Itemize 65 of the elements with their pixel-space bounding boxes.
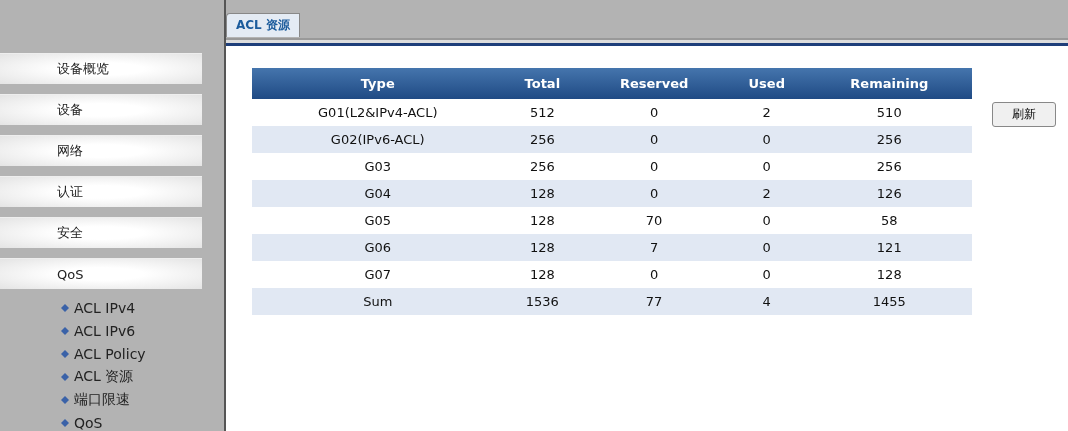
- table-cell: 128: [503, 261, 582, 288]
- table-cell: 70: [581, 207, 727, 234]
- table-cell: 256: [806, 153, 972, 180]
- diamond-icon: [61, 349, 69, 358]
- refresh-button[interactable]: 刷新: [992, 102, 1056, 127]
- table-cell: 128: [503, 207, 582, 234]
- table-cell: Sum: [252, 288, 504, 315]
- table-cell: 0: [581, 99, 727, 126]
- diamond-icon: [61, 395, 69, 404]
- submenu-item[interactable]: QoS: [61, 411, 224, 431]
- table-cell: 256: [806, 126, 972, 153]
- nav-item[interactable]: 网络: [0, 135, 202, 166]
- nav-item[interactable]: 设备: [0, 94, 202, 125]
- submenu-item[interactable]: ACL Policy: [61, 342, 224, 365]
- table-cell: 128: [503, 234, 582, 261]
- column-header: Type: [252, 68, 504, 99]
- table-cell: 77: [581, 288, 727, 315]
- column-header: Remaining: [806, 68, 972, 99]
- diamond-icon: [61, 303, 69, 312]
- table-cell: 1455: [806, 288, 972, 315]
- table-cell: 0: [726, 261, 807, 288]
- table-cell: 256: [503, 153, 582, 180]
- table-cell: 128: [503, 180, 582, 207]
- diamond-icon: [61, 418, 69, 427]
- submenu-item[interactable]: 端口限速: [61, 388, 224, 411]
- table-cell: G07: [252, 261, 504, 288]
- table-cell: 0: [726, 153, 807, 180]
- table-cell: 128: [806, 261, 972, 288]
- table-cell: 512: [503, 99, 582, 126]
- table-cell: 256: [503, 126, 582, 153]
- table-cell: 0: [581, 126, 727, 153]
- column-header: Total: [503, 68, 582, 99]
- table-cell: G06: [252, 234, 504, 261]
- nav-item[interactable]: 设备概览: [0, 53, 202, 84]
- diamond-icon: [61, 372, 69, 381]
- table-cell: 510: [806, 99, 972, 126]
- nav-item[interactable]: 认证: [0, 176, 202, 207]
- table-cell: G03: [252, 153, 504, 180]
- nav-item[interactable]: 安全: [0, 217, 202, 248]
- table-cell: 126: [806, 180, 972, 207]
- table-cell: G04: [252, 180, 504, 207]
- table-cell: G05: [252, 207, 504, 234]
- table-cell: 0: [726, 207, 807, 234]
- table-cell: 121: [806, 234, 972, 261]
- table-cell: 0: [726, 234, 807, 261]
- table-cell: 4: [726, 288, 807, 315]
- tab[interactable]: ACL 资源: [226, 13, 300, 37]
- nav-item[interactable]: QoS: [0, 258, 202, 289]
- table-cell: 0: [581, 153, 727, 180]
- submenu-item[interactable]: ACL IPv4: [61, 296, 224, 319]
- table-cell: 0: [726, 126, 807, 153]
- table-cell: G01(L2&IPv4-ACL): [252, 99, 504, 126]
- submenu-item[interactable]: ACL 资源: [61, 365, 224, 388]
- table-cell: 2: [726, 99, 807, 126]
- column-header: Used: [726, 68, 807, 99]
- table-cell: 0: [581, 180, 727, 207]
- column-header: Reserved: [581, 68, 727, 99]
- submenu-item[interactable]: ACL IPv6: [61, 319, 224, 342]
- table-cell: 2: [726, 180, 807, 207]
- table-cell: 1536: [503, 288, 582, 315]
- table-cell: 58: [806, 207, 972, 234]
- table-cell: G02(IPv6-ACL): [252, 126, 504, 153]
- diamond-icon: [61, 326, 69, 335]
- table-cell: 7: [581, 234, 727, 261]
- table-cell: 0: [581, 261, 727, 288]
